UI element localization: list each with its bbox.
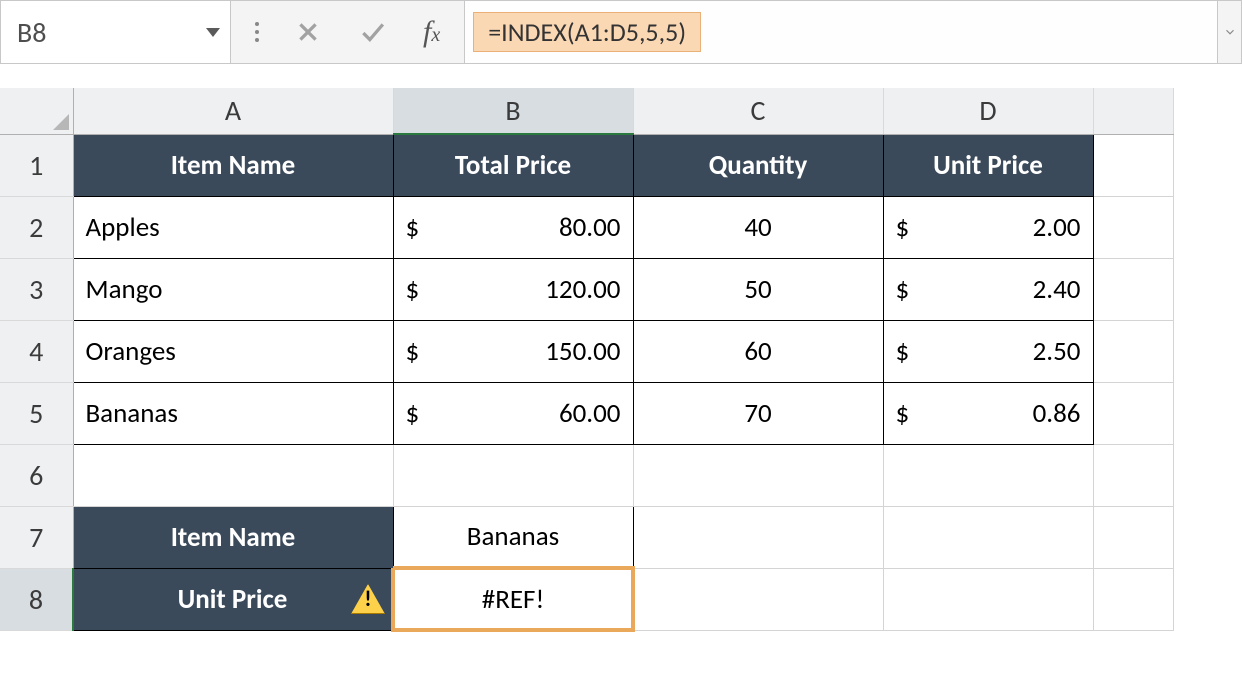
column-header-a[interactable]: A xyxy=(73,88,393,134)
cell-a8[interactable]: Unit Price ! xyxy=(73,568,393,630)
name-box[interactable]: B8 xyxy=(1,1,231,63)
cell-a7[interactable]: Item Name xyxy=(73,506,393,568)
cell-b2[interactable]: $80.00 xyxy=(393,196,633,258)
cell-d2[interactable]: $2.00 xyxy=(883,196,1093,258)
select-all-corner[interactable] xyxy=(0,88,73,134)
cell-b3[interactable]: $120.00 xyxy=(393,258,633,320)
cell-a6[interactable] xyxy=(73,444,393,506)
header-unit-price[interactable]: Unit Price xyxy=(883,134,1093,196)
row-header-8[interactable]: 8 xyxy=(0,568,73,630)
header-quantity[interactable]: Quantity xyxy=(633,134,883,196)
cell-a5[interactable]: Bananas xyxy=(73,382,393,444)
cell-d7[interactable] xyxy=(883,506,1093,568)
cell-b5[interactable]: $60.00 xyxy=(393,382,633,444)
cell-c4[interactable]: 60 xyxy=(633,320,883,382)
column-header-d[interactable]: D xyxy=(883,88,1093,134)
formula-text[interactable]: =INDEX(A1:D5,5,5) xyxy=(473,12,701,52)
cell-e5[interactable] xyxy=(1093,382,1173,444)
cell-d8[interactable] xyxy=(883,568,1093,630)
expand-formula-bar-button[interactable] xyxy=(1217,1,1241,63)
cell-e7[interactable] xyxy=(1093,506,1173,568)
cell-c8[interactable] xyxy=(633,568,883,630)
formula-bar: B8 fx =INDEX(A1:D5,5,5) xyxy=(0,0,1242,64)
cell-a8-label: Unit Price xyxy=(178,583,288,616)
cancel-formula-button[interactable] xyxy=(295,19,321,45)
cell-e6[interactable] xyxy=(1093,444,1173,506)
formula-input[interactable]: =INDEX(A1:D5,5,5) xyxy=(465,1,1217,63)
cell-c6[interactable] xyxy=(633,444,883,506)
cell-c2[interactable]: 40 xyxy=(633,196,883,258)
error-warning-icon[interactable]: ! xyxy=(351,584,385,614)
dots-icon[interactable] xyxy=(255,30,259,34)
cell-c3[interactable]: 50 xyxy=(633,258,883,320)
cell-e8[interactable] xyxy=(1093,568,1173,630)
row-header-1[interactable]: 1 xyxy=(0,134,73,196)
cell-d4[interactable]: $2.50 xyxy=(883,320,1093,382)
cell-b8-active[interactable]: #REF! xyxy=(393,568,633,630)
column-header-c[interactable]: C xyxy=(633,88,883,134)
cell-d5[interactable]: $0.86 xyxy=(883,382,1093,444)
column-header-empty[interactable] xyxy=(1093,88,1173,134)
name-box-value: B8 xyxy=(17,15,46,50)
cell-c7[interactable] xyxy=(633,506,883,568)
cell-e3[interactable] xyxy=(1093,258,1173,320)
cell-e1[interactable] xyxy=(1093,134,1173,196)
header-item-name[interactable]: Item Name xyxy=(73,134,393,196)
cell-a2[interactable]: Apples xyxy=(73,196,393,258)
cell-d3[interactable]: $2.40 xyxy=(883,258,1093,320)
row-header-2[interactable]: 2 xyxy=(0,196,73,258)
cell-c5[interactable]: 70 xyxy=(633,382,883,444)
confirm-formula-button[interactable] xyxy=(357,19,387,45)
cell-d6[interactable] xyxy=(883,444,1093,506)
row-header-4[interactable]: 4 xyxy=(0,320,73,382)
row-header-6[interactable]: 6 xyxy=(0,444,73,506)
cell-e2[interactable] xyxy=(1093,196,1173,258)
cell-b6[interactable] xyxy=(393,444,633,506)
cell-a3[interactable]: Mango xyxy=(73,258,393,320)
row-header-7[interactable]: 7 xyxy=(0,506,73,568)
formula-bar-buttons: fx xyxy=(231,1,465,63)
cell-e4[interactable] xyxy=(1093,320,1173,382)
row-header-3[interactable]: 3 xyxy=(0,258,73,320)
cell-b4[interactable]: $150.00 xyxy=(393,320,633,382)
name-box-dropdown-icon[interactable] xyxy=(206,28,220,37)
column-header-b[interactable]: B xyxy=(393,88,633,134)
fx-icon[interactable]: fx xyxy=(423,15,440,49)
cell-a4[interactable]: Oranges xyxy=(73,320,393,382)
cell-b7[interactable]: Bananas xyxy=(393,506,633,568)
header-total-price[interactable]: Total Price xyxy=(393,134,633,196)
spreadsheet-grid: A B C D 1 Item Name Total Price Quantity… xyxy=(0,88,1242,632)
row-header-5[interactable]: 5 xyxy=(0,382,73,444)
